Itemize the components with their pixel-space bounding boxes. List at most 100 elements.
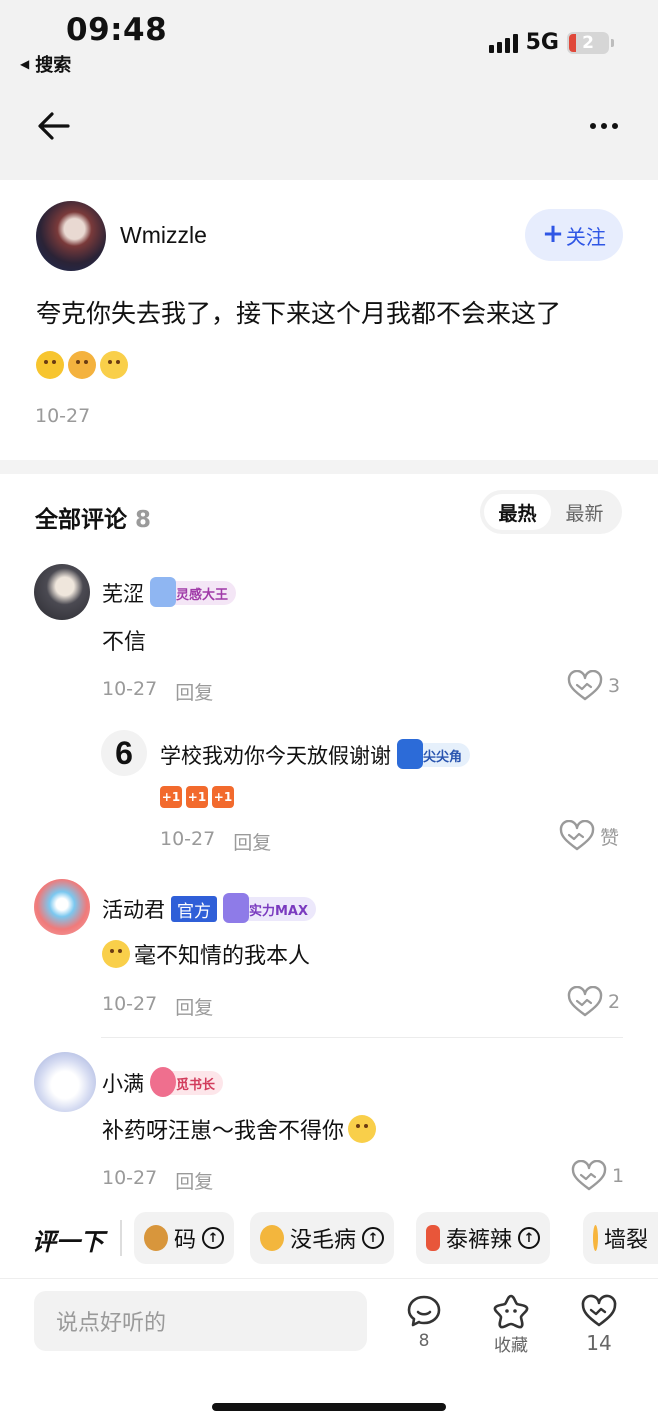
hand-emoji-icon — [68, 351, 96, 379]
badge-label: 尖尖角 — [423, 749, 463, 765]
comment-body: 毫不知情的我本人 — [134, 944, 311, 969]
post-body: 夸克你失去我了，接下来这个月我都不会来这了 — [36, 299, 562, 328]
comments-title: 全部评论 8 — [35, 500, 151, 534]
quick-comment-bar: 评一下 码 ↑ 没毛病 ↑ 泰裤辣 ↑ 墙裂 — [0, 1204, 658, 1272]
comment-body: 补药呀汪崽～我舍不得你 — [102, 1119, 345, 1144]
comment-text: 毫不知情的我本人 — [102, 938, 310, 970]
badge-icon — [150, 1067, 176, 1097]
favorite-label: 收藏 — [494, 1336, 528, 1356]
reply-button[interactable]: 回复 — [175, 678, 213, 705]
plus-one-icon: +1 — [212, 786, 234, 808]
comment-input[interactable]: 说点好听的 — [34, 1291, 367, 1351]
favorite-button[interactable]: 收藏 — [481, 1293, 541, 1356]
comment-meta: 10-27 回复 — [102, 993, 213, 1020]
badge-label: 觅书长 — [176, 1077, 216, 1093]
reply-button[interactable]: 回复 — [175, 993, 213, 1020]
chip-label: 泰裤辣 — [446, 1228, 513, 1253]
plus-one-icon: +1 — [160, 786, 182, 808]
back-to-app-link[interactable]: ◀ 搜索 — [20, 51, 71, 77]
comment-date: 10-27 — [102, 1167, 158, 1189]
chip-emoji-icon — [593, 1225, 598, 1251]
battery-tip — [611, 38, 614, 47]
commenter-avatar[interactable] — [34, 564, 90, 620]
post-date: 10-27 — [35, 405, 91, 427]
sort-toggle: 最热 最新 — [480, 490, 622, 534]
comment-divider — [101, 1037, 623, 1038]
comment-button[interactable]: 8 — [394, 1293, 454, 1351]
heart-icon — [559, 820, 595, 851]
chip-emoji-icon — [144, 1225, 168, 1251]
badge-icon — [150, 577, 176, 607]
comment-author: 活动君 官方 实力MAX — [102, 893, 317, 924]
level-badge: 实力MAX — [223, 893, 317, 923]
back-arrow-icon[interactable] — [36, 108, 72, 144]
sort-new-tab[interactable]: 最新 — [551, 494, 618, 530]
quick-separator — [120, 1220, 122, 1256]
comment-author-name[interactable]: 小满 — [102, 1068, 144, 1098]
more-options-icon[interactable] — [586, 112, 622, 140]
like-button[interactable]: 14 — [569, 1293, 629, 1355]
quick-chip[interactable]: 泰裤辣 ↑ — [416, 1212, 551, 1264]
reply-author: 学校我劝你今天放假谢谢 尖尖角 — [160, 739, 471, 770]
comment-like-button[interactable]: 3 — [566, 670, 620, 702]
reply-like-button[interactable]: 赞 — [558, 820, 619, 852]
comments-header: 全部评论 8 最热 最新 — [0, 474, 658, 544]
commenter-avatar[interactable] — [34, 879, 90, 935]
follow-button[interactable]: + 关注 — [525, 209, 623, 261]
like-count: 3 — [608, 675, 621, 697]
comment-like-button[interactable]: 1 — [570, 1160, 624, 1192]
status-indicators: 5G 2 — [488, 30, 614, 55]
comments-title-text: 全部评论 — [35, 507, 127, 533]
level-badge: 觅书长 — [150, 1067, 224, 1097]
author-avatar[interactable] — [36, 201, 106, 271]
comment-count: 8 — [418, 1331, 430, 1351]
home-indicator[interactable] — [212, 1403, 446, 1411]
quick-chip[interactable]: 没毛病 ↑ — [250, 1212, 395, 1264]
top-bar: 09:48 ◀ 搜索 5G 2 — [0, 0, 658, 180]
comment-author-name[interactable]: 活动君 — [102, 894, 165, 924]
status-time: 09:48 — [66, 12, 168, 48]
like-count: 1 — [612, 1165, 625, 1187]
comment-meta: 10-27 回复 — [102, 678, 213, 705]
like-count: 14 — [586, 1331, 612, 1355]
comment-author: 小满 觅书长 — [102, 1067, 224, 1098]
back-app-label: 搜索 — [35, 55, 72, 76]
commenter-avatar[interactable] — [34, 1052, 96, 1112]
comment-like-button[interactable]: 2 — [566, 986, 620, 1018]
comment-date: 10-27 — [102, 678, 158, 700]
pleading-emoji-icon — [348, 1115, 377, 1143]
chip-emoji-icon — [426, 1225, 440, 1251]
reply-button[interactable]: 回复 — [175, 1167, 213, 1194]
comments-count: 8 — [135, 507, 152, 533]
plus-one-icon: +1 — [186, 786, 208, 808]
author-name[interactable]: Wmizzle — [120, 222, 207, 249]
arrow-up-icon: ↑ — [518, 1227, 541, 1249]
follow-label: 关注 — [565, 224, 606, 249]
plus-icon: + — [542, 218, 564, 249]
battery-level: 2 — [582, 32, 594, 53]
sort-hot-tab[interactable]: 最热 — [484, 494, 551, 530]
level-badge: 灵感大王 — [150, 577, 237, 607]
comment-text: 补药呀汪崽～我舍不得你 — [102, 1113, 380, 1145]
quick-chip[interactable]: 码 ↑ — [134, 1212, 235, 1264]
comment-author: 芜涩 灵感大王 — [102, 577, 237, 608]
chip-label: 墙裂 — [603, 1228, 648, 1253]
badge-label: 灵感大王 — [176, 587, 229, 603]
arrow-up-icon: ↑ — [362, 1227, 385, 1249]
signal-icon — [488, 33, 518, 53]
smile-emoji-icon — [36, 351, 64, 379]
comment-author-name[interactable]: 芜涩 — [102, 578, 144, 608]
heart-icon — [567, 670, 603, 701]
reply-button[interactable]: 回复 — [233, 828, 271, 855]
like-count: 2 — [608, 991, 621, 1013]
reply-avatar-six[interactable]: 6 — [101, 730, 147, 776]
post-text: 夸克你失去我了，接下来这个月我都不会来这了 — [36, 288, 626, 392]
comment-text: 不信 — [102, 630, 147, 655]
level-badge: 尖尖角 — [397, 739, 471, 769]
star-icon — [493, 1294, 529, 1329]
heart-icon — [581, 1294, 617, 1327]
post-card: Wmizzle + 关注 夸克你失去我了，接下来这个月我都不会来这了 10-27 — [0, 180, 658, 460]
quick-chip[interactable]: 墙裂 — [583, 1212, 658, 1264]
comment-date: 10-27 — [102, 993, 158, 1015]
reply-author-name[interactable]: 学校我劝你今天放假谢谢 — [160, 740, 391, 770]
